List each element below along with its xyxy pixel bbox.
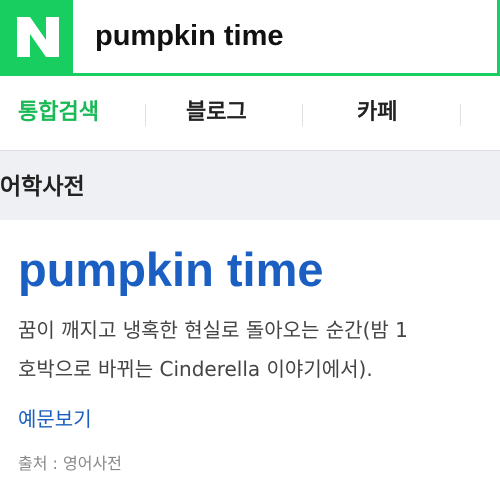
- entry-title[interactable]: pumpkin time: [18, 240, 324, 300]
- definition-text: 호박으로 바뀌는 Cinderella 이야기에서).: [18, 357, 373, 381]
- search-bar[interactable]: pumpkin time: [0, 0, 500, 76]
- tab-divider: [302, 104, 303, 126]
- tab-divider: [460, 104, 461, 126]
- tab-divider: [145, 104, 146, 126]
- section-title: 어학사전: [0, 174, 85, 200]
- logo-n-glyph: [17, 17, 59, 57]
- search-input[interactable]: pumpkin time: [95, 16, 284, 56]
- tab-integrated-search[interactable]: 통합검색: [18, 76, 99, 150]
- tab-cafe[interactable]: 카페: [357, 76, 397, 150]
- examples-link[interactable]: 예문보기: [18, 404, 92, 434]
- tab-blog[interactable]: 블로그: [186, 76, 247, 150]
- naver-logo-icon[interactable]: [3, 0, 73, 73]
- source-text: 출처 : 영어사전: [18, 454, 122, 473]
- definition-text: 꿈이 깨지고 냉혹한 현실로 돌아오는 순간(밤 1: [18, 318, 408, 342]
- search-tabs: 통합검색 블로그 카페: [0, 76, 500, 150]
